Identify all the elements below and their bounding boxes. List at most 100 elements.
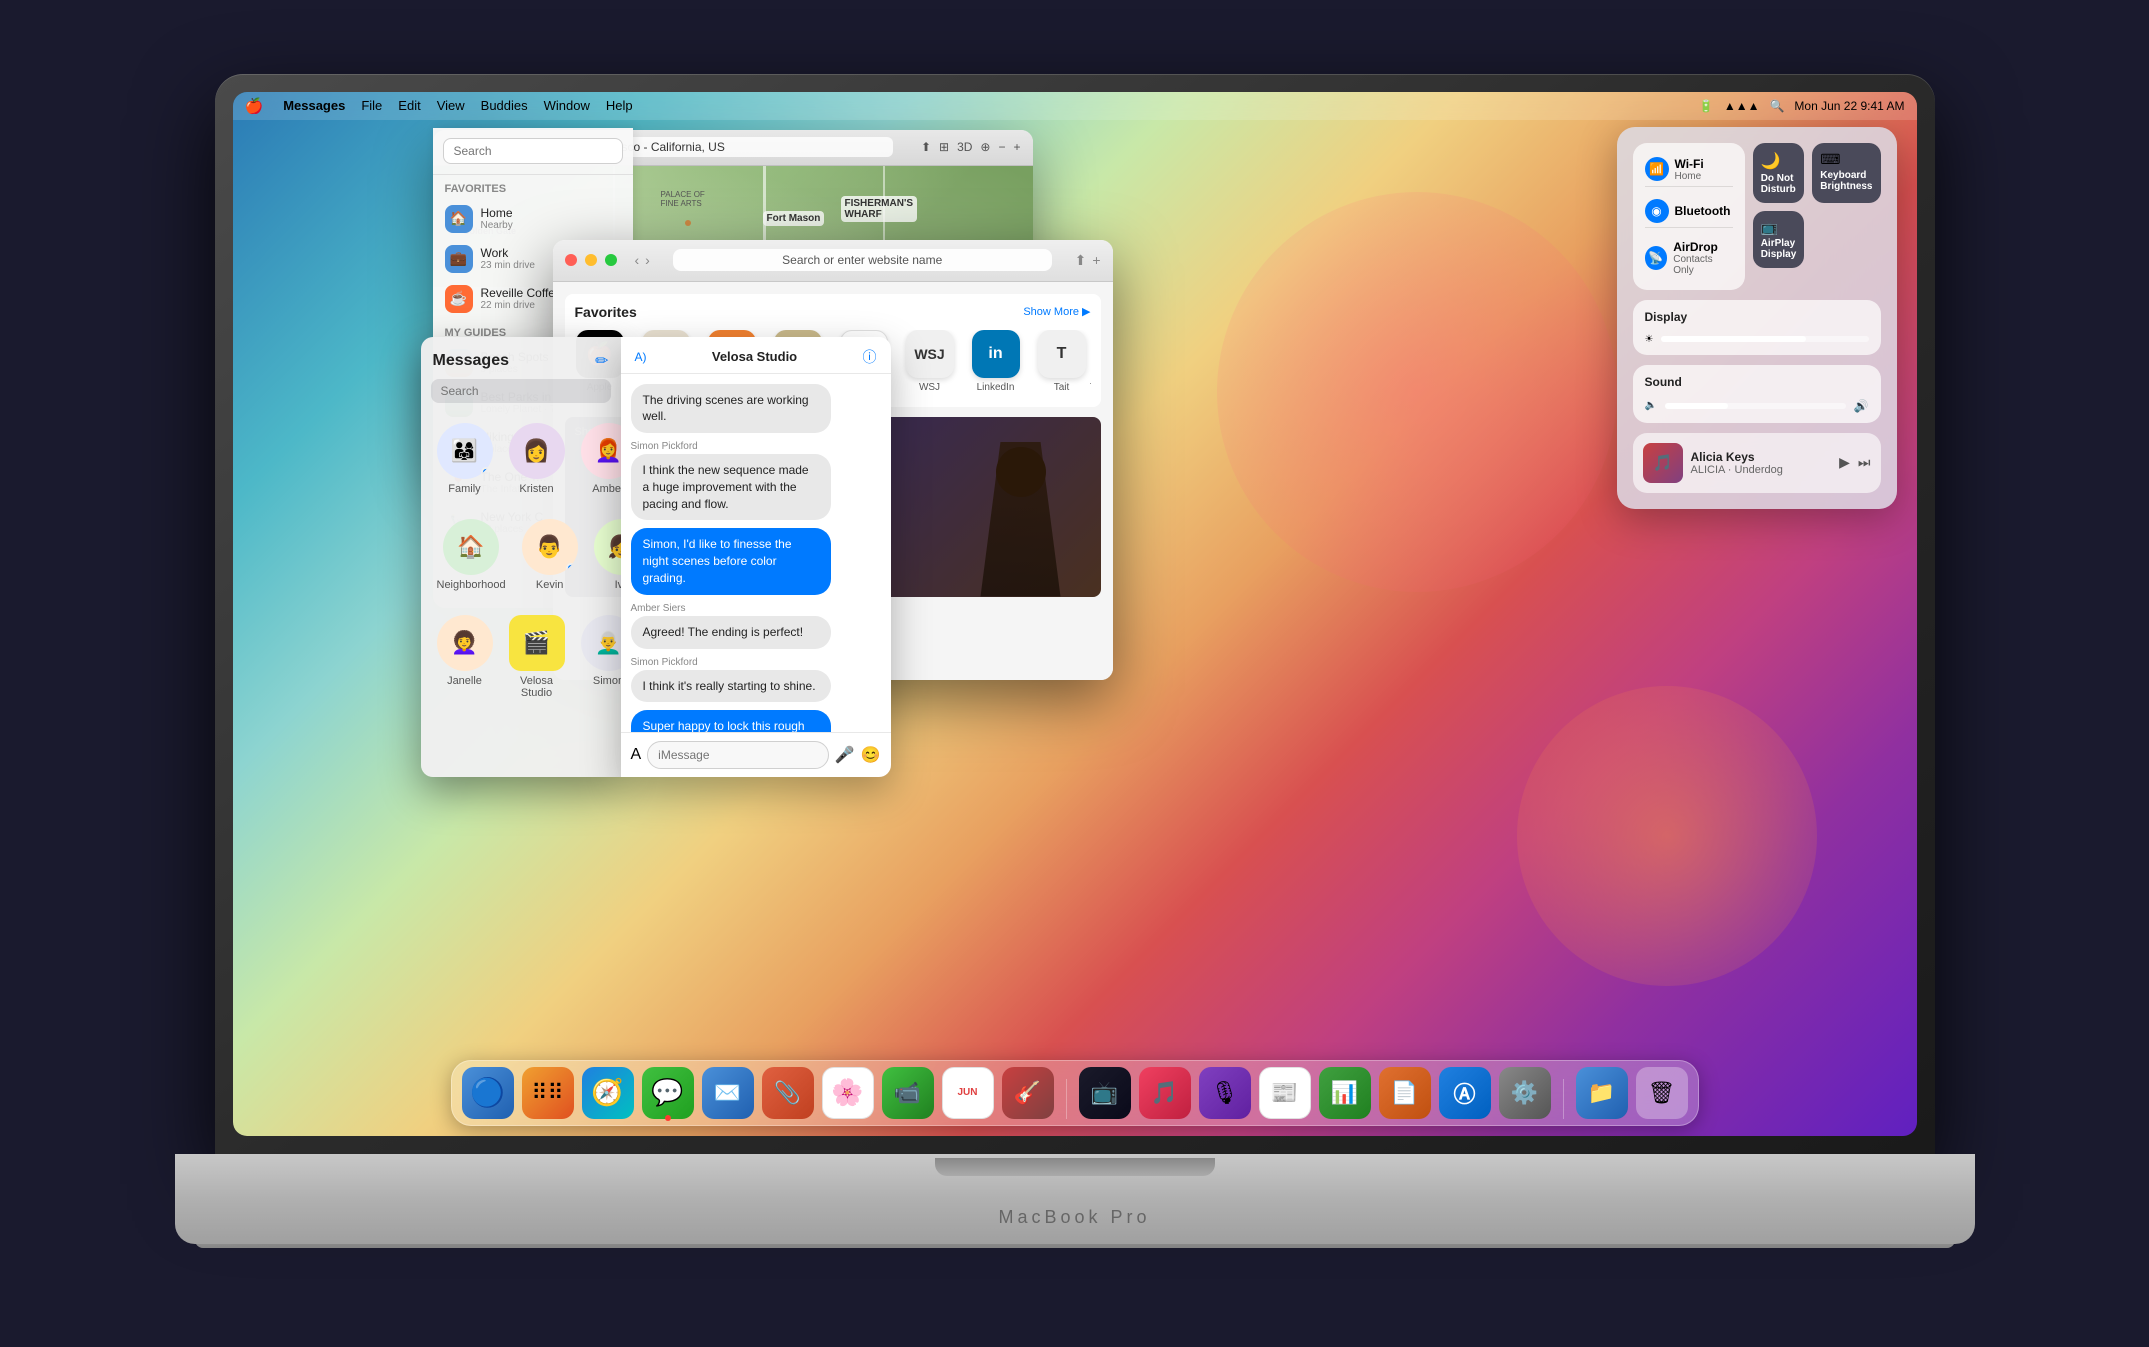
dock-appstore[interactable]: Ⓐ [1439, 1067, 1491, 1119]
play-icon[interactable]: ▶ [1839, 454, 1850, 471]
view-menu[interactable]: View [437, 98, 465, 113]
dock-garageband[interactable]: 🎸 [1002, 1067, 1054, 1119]
maps-grid-icon[interactable]: ⊞ [939, 140, 949, 154]
calendar-month: JUN [957, 1087, 977, 1098]
buddies-menu[interactable]: Buddies [481, 98, 528, 113]
dock-safari[interactable]: 🧭 [582, 1067, 634, 1119]
dock-files[interactable]: 📎 [762, 1067, 814, 1119]
safari-nav-buttons: ‹ › [635, 252, 650, 268]
music-controls[interactable]: ▶ ⏭ [1839, 454, 1870, 471]
contact-velosa-studio[interactable]: 🎬 Velosa Studio [501, 607, 573, 707]
contact-janelle[interactable]: 👩‍🦱 Janelle [429, 607, 501, 707]
messages-input-bar[interactable]: A 🎤 😊 [621, 732, 891, 777]
dock-folder[interactable]: 📁 [1576, 1067, 1628, 1119]
cc-airdrop-row[interactable]: 📡 AirDrop Contacts Only [1645, 236, 1733, 280]
file-menu[interactable]: File [361, 98, 382, 113]
dock-mail[interactable]: ✉️ [702, 1067, 754, 1119]
thread-info-icon[interactable]: ⓘ [863, 347, 877, 367]
safari-forward-icon[interactable]: › [645, 252, 650, 268]
maps-zoom-minus[interactable]: − [998, 140, 1005, 154]
edit-menu[interactable]: Edit [398, 98, 420, 113]
dock-news[interactable]: 📰 [1259, 1067, 1311, 1119]
janelle-name: Janelle [447, 675, 482, 687]
sidebar-item-home[interactable]: 🏠 Home Nearby [433, 199, 633, 239]
messages-back-icon[interactable]: A) [635, 350, 647, 364]
maps-search-input[interactable] [443, 138, 623, 164]
dock-numbers[interactable]: 📊 [1319, 1067, 1371, 1119]
contact-amber[interactable]: 👩‍🦰 Amber [573, 415, 621, 503]
window-menu[interactable]: Window [544, 98, 590, 113]
volume-slider[interactable] [1665, 403, 1846, 409]
maps-zoom-plus[interactable]: + [1013, 140, 1020, 154]
fav-wsj[interactable]: WSJ WSJ [905, 330, 955, 393]
show-more-button[interactable]: Show More ▶ [1023, 305, 1090, 318]
dock-messages[interactable]: 💬 [642, 1067, 694, 1119]
safari-share-icon[interactable]: ⬆ [1075, 252, 1087, 269]
dock-podcasts[interactable]: 🎙 [1199, 1067, 1251, 1119]
cc-keyboard-brightness-tile[interactable]: ⌨ KeyboardBrightness [1812, 143, 1880, 203]
messages-search-input[interactable] [431, 379, 611, 403]
safari-close-button[interactable] [565, 254, 577, 266]
cc-bluetooth-row[interactable]: ◉ Bluetooth [1645, 195, 1733, 228]
dock-calendar[interactable]: JUN [942, 1067, 994, 1119]
dock-launchpad[interactable]: ⠿⠿ [522, 1067, 574, 1119]
brightness-slider[interactable] [1661, 336, 1868, 342]
contact-family[interactable]: 👨‍👩‍👧 Family [429, 415, 501, 503]
app-name-menu[interactable]: Messages [283, 98, 345, 113]
maps-location-icon[interactable]: ⊕ [980, 140, 990, 154]
messages-emoji-icon[interactable]: 😊 [861, 745, 881, 765]
dock-separator [1066, 1079, 1067, 1119]
bubble-3-text: Simon, I'd like to finesse the night sce… [631, 528, 831, 594]
music-info: Alicia Keys ALICIA · Underdog [1691, 450, 1832, 476]
news-icon: 📰 [1271, 1080, 1298, 1106]
fav-tait[interactable]: T Tait [1037, 330, 1087, 393]
dock-music[interactable]: 🎵 [1139, 1067, 1191, 1119]
contact-simon[interactable]: 👨‍🦳 Simon [573, 607, 621, 707]
dock-facetime[interactable]: 📹 [882, 1067, 934, 1119]
search-icon-menubar[interactable]: 🔍 [1769, 99, 1784, 113]
cc-wifi-row[interactable]: 📶 Wi-Fi Home [1645, 153, 1733, 187]
dock-finder[interactable]: 🔵 [462, 1067, 514, 1119]
compose-button[interactable]: ✏ [595, 351, 608, 371]
brightness-fill [1661, 336, 1806, 342]
apple-menu-icon[interactable]: 🍎 [245, 97, 264, 115]
cc-right-tiles: 🌙 Do Not Disturb ⌨ KeyboardBrightness 📺 … [1753, 143, 1881, 268]
maps-3d-icon[interactable]: 3D [957, 140, 972, 154]
messages-audio-icon[interactable]: 🎤 [835, 745, 855, 765]
contact-ivy[interactable]: 👧 ❤️ Ivy [586, 511, 621, 599]
do-not-disturb-icon: 🌙 [1761, 151, 1797, 171]
skip-icon[interactable]: ⏭ [1858, 454, 1871, 471]
home-label: Home [481, 206, 513, 220]
dock-pages[interactable]: 📄 [1379, 1067, 1431, 1119]
dock-trash[interactable]: 🗑 [1636, 1067, 1688, 1119]
safari-new-tab-icon[interactable]: + [1092, 252, 1100, 269]
maps-share-icon[interactable]: ⬆ [921, 140, 931, 154]
contact-neighborhood[interactable]: 🏠 Neighborhood [429, 511, 514, 599]
display-slider-row[interactable]: ☀ [1645, 334, 1869, 345]
cc-airplay-tile[interactable]: 📺 AirPlayDisplay [1753, 211, 1805, 268]
safari-maximize-button[interactable] [605, 254, 617, 266]
work-sub: 23 min drive [481, 260, 535, 271]
messages-input-field[interactable] [647, 741, 828, 769]
sound-slider-row[interactable]: 🔈 🔊 [1645, 399, 1869, 413]
safari-minimize-button[interactable] [585, 254, 597, 266]
fav-linkedin-label: LinkedIn [977, 382, 1015, 393]
fav-linkedin[interactable]: in LinkedIn [971, 330, 1021, 393]
dock-sysprefs[interactable]: ⚙️ [1499, 1067, 1551, 1119]
messages-search-bar[interactable] [421, 379, 621, 411]
messages-dock-icon: 💬 [651, 1077, 683, 1108]
dock-tv[interactable]: 📺 [1079, 1067, 1131, 1119]
safari-url-bar[interactable]: Search or enter website name [673, 249, 1052, 271]
safari-back-icon[interactable]: ‹ [635, 252, 640, 268]
contact-kevin[interactable]: 👨 Kevin [514, 511, 586, 599]
maps-search-bar[interactable] [433, 128, 633, 175]
help-menu[interactable]: Help [606, 98, 633, 113]
contact-kristen[interactable]: 👩 Kristen [501, 415, 573, 503]
messages-apps-icon[interactable]: A [631, 746, 642, 764]
volume-high-icon: 🔊 [1854, 399, 1869, 413]
dock-photos[interactable]: 🌸 [822, 1067, 874, 1119]
dock-separator-2 [1563, 1079, 1564, 1119]
messages-list: The driving scenes are working well. Sim… [621, 374, 891, 732]
album-art-icon: 🎵 [1653, 453, 1673, 473]
cc-donotdisturb-tile[interactable]: 🌙 Do Not Disturb [1753, 143, 1805, 203]
